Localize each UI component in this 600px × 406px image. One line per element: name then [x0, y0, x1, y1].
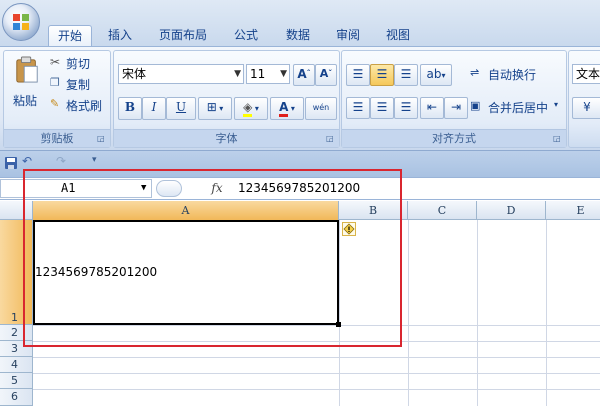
format-painter-button[interactable]: ✎ 格式刷 — [50, 96, 106, 113]
copy-icon: ❐ — [50, 76, 60, 89]
increase-indent-button[interactable]: ⇥ — [444, 97, 468, 119]
number-format-value: 文本 — [576, 67, 600, 81]
row-header-6[interactable]: 6 — [0, 389, 33, 406]
paste-button[interactable]: 粘贴 — [10, 54, 44, 110]
align-right-icon: ☰ — [400, 100, 412, 114]
grid-line — [33, 389, 600, 390]
chevron-down-icon: ▼ — [234, 69, 241, 79]
text-orientation-icon: ab — [426, 67, 442, 81]
copy-button[interactable]: ❐ 复制 — [50, 75, 106, 92]
paste-label: 粘贴 — [13, 94, 38, 108]
shrink-font-icon: A — [319, 67, 329, 80]
decrease-indent-button[interactable]: ⇤ — [420, 97, 444, 119]
align-right-button[interactable]: ☰ — [394, 97, 418, 119]
paint-bucket-icon: ◈ — [243, 100, 253, 117]
align-left-button[interactable]: ☰ — [346, 97, 370, 119]
save-icon[interactable] — [4, 156, 18, 170]
redo-icon[interactable]: ↷ — [56, 154, 76, 170]
phonetic-guide-icon: wén — [312, 103, 330, 112]
tab-review[interactable]: 审阅 — [328, 25, 368, 46]
font-group-title: 字体 — [114, 129, 339, 147]
borders-icon: ⊞ — [206, 100, 217, 114]
align-bottom-icon: ☰ — [400, 67, 412, 81]
font-color-icon: A — [279, 100, 289, 117]
align-middle-icon: ☰ — [376, 67, 388, 81]
office-button[interactable] — [2, 3, 40, 41]
font-size-select[interactable]: 11 ▼ — [246, 64, 290, 84]
scissors-icon: ✂ — [50, 55, 61, 69]
column-header-c[interactable]: C — [408, 201, 477, 220]
tab-data[interactable]: 数据 — [278, 25, 318, 46]
tab-home[interactable]: 开始 — [48, 25, 92, 47]
number-format-select[interactable]: 文本 — [572, 64, 600, 84]
cut-label: 剪切 — [66, 57, 91, 71]
column-header-d[interactable]: D — [477, 201, 546, 220]
grid-line — [33, 357, 600, 358]
merge-center-button[interactable]: ▣ 合并后居中 ▾ — [470, 97, 562, 117]
font-name-value: 宋体 — [122, 67, 147, 81]
merge-cells-icon: ▣ — [470, 99, 481, 112]
orientation-button[interactable]: ab▾ — [420, 64, 452, 86]
undo-icon[interactable]: ↶ — [22, 154, 42, 170]
align-top-button[interactable]: ☰ — [346, 64, 370, 86]
column-header-e[interactable]: E — [546, 201, 600, 220]
decrease-indent-icon: ⇤ — [426, 100, 438, 114]
font-color-button[interactable]: A ▾ — [270, 97, 304, 120]
wrap-text-label: 自动换行 — [488, 68, 537, 82]
paintbrush-icon: ✎ — [50, 97, 60, 110]
cut-button[interactable]: ✂ 剪切 — [50, 54, 106, 71]
underline-button[interactable]: U — [166, 97, 196, 120]
italic-button[interactable]: I — [142, 97, 166, 120]
align-top-icon: ☰ — [352, 67, 364, 81]
highlight-annotation-box — [23, 169, 402, 347]
grow-font-button[interactable]: Aˆ — [293, 64, 315, 86]
currency-icon: ¥ — [583, 100, 591, 114]
align-center-icon: ☰ — [376, 100, 388, 114]
grid-line — [33, 373, 600, 374]
alignment-group-title: 对齐方式 — [342, 129, 566, 147]
borders-button[interactable]: ⊞ ▾ — [198, 97, 232, 120]
font-name-select[interactable]: 宋体 ▼ — [118, 64, 244, 84]
dialog-launcher-icon[interactable]: ◲ — [326, 134, 336, 144]
align-middle-button[interactable]: ☰ — [370, 64, 394, 86]
align-bottom-button[interactable]: ☰ — [394, 64, 418, 86]
paste-icon — [16, 56, 38, 83]
dialog-launcher-icon[interactable]: ◲ — [553, 134, 563, 144]
chevron-down-icon: ▼ — [280, 69, 287, 79]
copy-label: 复制 — [66, 78, 91, 92]
merge-center-label: 合并后居中 — [488, 101, 549, 115]
increase-indent-icon: ⇥ — [450, 100, 462, 114]
clipboard-group-title: 剪贴板 — [4, 129, 110, 147]
tab-view[interactable]: 视图 — [378, 25, 418, 46]
grid-line — [477, 220, 478, 406]
tab-formulas[interactable]: 公式 — [226, 25, 266, 46]
wrap-text-button[interactable]: ⇌ 自动换行 — [470, 64, 562, 84]
customize-toolbar-icon[interactable]: ▾ — [92, 155, 102, 169]
grow-font-icon: A — [297, 67, 307, 81]
dialog-launcher-icon[interactable]: ◲ — [97, 134, 107, 144]
format-painter-label: 格式刷 — [66, 99, 103, 113]
fill-color-button[interactable]: ◈ ▾ — [234, 97, 268, 120]
phonetic-guide-button[interactable]: wén — [305, 97, 337, 120]
tab-page-layout[interactable]: 页面布局 — [152, 25, 214, 46]
row-header-5[interactable]: 5 — [0, 373, 33, 389]
align-left-icon: ☰ — [352, 100, 364, 114]
shrink-font-button[interactable]: Aˇ — [315, 64, 337, 86]
font-size-value: 11 — [250, 67, 266, 81]
align-center-button[interactable]: ☰ — [370, 97, 394, 119]
tab-insert[interactable]: 插入 — [100, 25, 140, 46]
bold-button[interactable]: B — [118, 97, 142, 120]
row-header-4[interactable]: 4 — [0, 357, 33, 373]
accounting-format-button[interactable]: ¥ — [572, 97, 600, 119]
office-logo-icon — [13, 14, 29, 30]
chevron-down-icon: ▾ — [554, 100, 559, 109]
grid-line — [546, 220, 547, 406]
grid-line — [408, 220, 409, 406]
wrap-text-icon: ⇌ — [470, 66, 480, 79]
